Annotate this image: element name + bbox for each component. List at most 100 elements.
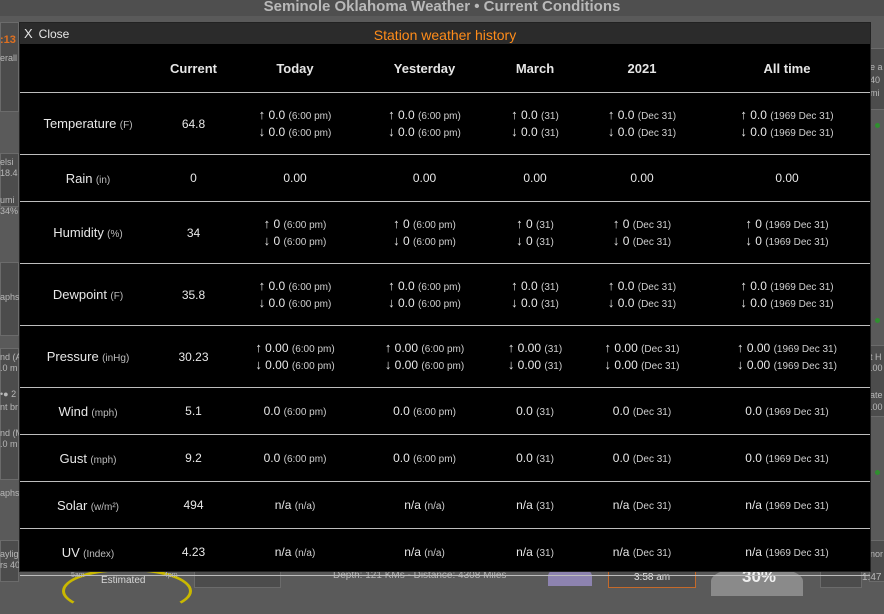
high-line: ↑ 0.0 (6:00 pm) [231,278,359,295]
bg-text-fragment: .00 [870,363,883,373]
history-value: 0 [403,233,410,248]
history-single: n/a (n/a) [404,498,445,512]
history-time: (31) [536,454,554,465]
history-value: 0.00 [775,171,799,185]
column-header: 2021 [580,44,704,93]
history-time: (6:00 pm) [418,298,461,310]
history-time: (31) [541,298,559,310]
history-value: 0.0 [268,107,286,122]
row-unit: (%) [107,229,123,240]
bg-text-fragment: aphs [0,292,20,302]
history-cell: n/a (31) [490,528,580,576]
low-line: ↓ 0.0 (1969 Dec 31) [704,295,870,312]
history-time: (31) [536,407,554,418]
history-single: n/a (n/a) [275,545,316,559]
table-row: Solar (w/m²) 494 n/a (n/a) n/a (n/a) n/a (31… [20,481,870,529]
history-value: 0.00 [412,171,437,185]
history-value: 0.00 [746,340,771,355]
history-single: n/a (31) [516,545,554,559]
history-value: 0.0 [398,124,415,139]
history-value: 0.0 [612,451,630,465]
bg-text-fragment: nt br [0,402,19,412]
bg-text-fragment: .0 m [0,439,18,449]
history-value: n/a [404,498,421,512]
history-time: (n/a) [424,548,445,559]
history-time: (1969 Dec 31) [765,219,829,231]
up-arrow-icon: ↑ [388,106,395,122]
history-value: 0.0 [745,404,762,418]
current-value: 34 [156,201,231,264]
table-row: Pressure (inHg) 30.23 ↑ 0.00 (6:00 pm) ↓ 0.… [20,325,870,388]
history-time: (31) [541,110,559,122]
history-value: 0 [526,216,533,231]
weather-history-modal: X Close Station weather history Current … [19,22,871,576]
row-unit: (in) [95,174,111,186]
history-value: n/a [516,545,533,559]
history-time: (Dec 31) [637,281,677,293]
history-time: (6:00 pm) [418,281,461,293]
modal-header-bar: X Close Station weather history [20,23,870,44]
down-arrow-icon: ↓ [511,123,518,139]
bg-text-fragment: 34% [0,206,19,216]
low-line: ↓ 0 (6:00 pm) [359,233,490,250]
history-cell: ↑ 0.00 (Dec 31) ↓ 0.00 (Dec 31) [580,325,704,388]
column-header [20,44,156,93]
history-cell: ↑ 0.0 (Dec 31) ↓ 0.0 (Dec 31) [580,92,704,155]
history-value: n/a [516,498,533,512]
row-unit: (Index) [83,548,115,560]
history-cell: 0.00 [580,154,704,202]
bg-time-fragment: :13 [0,34,16,46]
history-value: n/a [274,498,292,512]
history-cell: n/a (n/a) [359,481,490,529]
history-single: n/a (31) [516,498,554,512]
history-cell: n/a (n/a) [231,528,359,576]
history-cell: n/a (n/a) [359,528,490,576]
history-cell: ↑ 0.0 (6:00 pm) ↓ 0.0 (6:00 pm) [231,92,359,155]
table-row: Dewpoint (F) 35.8 ↑ 0.0 (6:00 pm) ↓ 0.0 (6:… [20,263,870,326]
history-value: 0.0 [750,124,767,139]
history-value: 0 [403,216,410,231]
row-label-cell: Rain (in) [20,154,156,202]
history-single: n/a (1969 Dec 31) [745,498,828,512]
history-time: (6:00 pm) [418,110,461,122]
high-line: ↑ 0.0 (1969 Dec 31) [704,107,870,124]
history-cell: 0.00 [359,154,490,202]
history-cell: 0.0 (6:00 pm) [359,387,490,435]
row-label: Solar [56,497,88,513]
high-line: ↑ 0 (6:00 pm) [359,216,490,233]
history-cell: n/a (1969 Dec 31) [704,481,870,529]
down-arrow-icon: ↓ [745,232,752,248]
low-line: ↓ 0.0 (6:00 pm) [231,124,359,141]
table-row: Gust (mph) 9.2 0.0 (6:00 pm) 0.0 (6:00 pm) 0… [20,434,870,482]
low-line: ↓ 0.00 (1969 Dec 31) [704,357,870,374]
current-value: 64.8 [156,92,231,155]
row-label-cell: Dewpoint (F) [20,263,156,326]
history-cell: ↑ 0 (6:00 pm) ↓ 0 (6:00 pm) [231,201,359,264]
history-value: 0.0 [521,295,538,310]
history-time: (1969 Dec 31) [773,360,837,372]
history-value: 0.0 [750,295,767,310]
history-value: 0.0 [393,451,410,465]
history-time: (Dec 31) [637,110,677,122]
history-value: n/a [745,498,762,512]
history-single: 0.0 (31) [516,451,554,465]
current-value: 30.23 [156,325,231,388]
history-cell: ↑ 0 (6:00 pm) ↓ 0 (6:00 pm) [359,201,490,264]
history-cell: 0.0 (Dec 31) [580,434,704,482]
history-time: (n/a) [424,501,445,512]
history-value: 0.0 [521,278,538,293]
bg-text-fragment: ayligi [0,549,21,559]
history-time: (6:00 pm) [421,343,465,355]
history-time: (n/a) [294,501,316,512]
row-unit: (inHg) [102,353,130,364]
history-single: 0.0 (1969 Dec 31) [745,451,828,465]
history-table: Current Today Yesterday March 2021 All t… [20,44,870,576]
history-value: n/a [274,545,292,559]
history-value: 0.00 [394,340,419,355]
history-cell: n/a (1969 Dec 31) [704,528,870,576]
history-cell: n/a (n/a) [231,481,359,529]
down-arrow-icon: ↓ [737,356,744,372]
history-value: n/a [612,545,630,559]
history-single: 0.0 (1969 Dec 31) [745,404,828,418]
history-single: 0.0 (6:00 pm) [264,451,327,465]
